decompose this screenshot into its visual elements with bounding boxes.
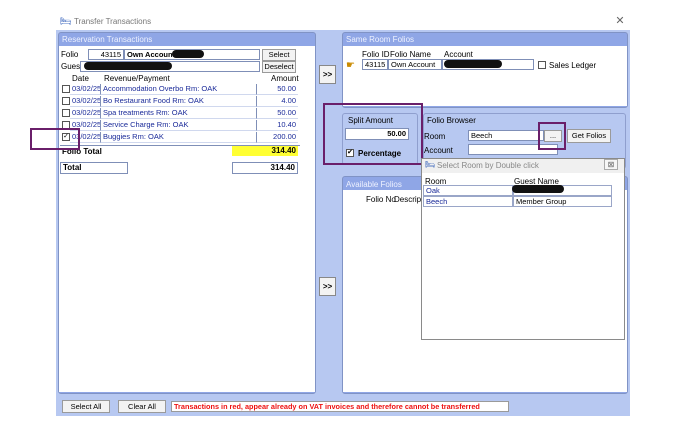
popup-close-icon[interactable]: ⊠ — [604, 159, 618, 170]
row-checkbox[interactable] — [62, 85, 70, 93]
row-amount: 50.00 — [256, 84, 298, 95]
sales-ledger-label: Sales Ledger — [549, 61, 597, 70]
available-folios-header: Available Folios — [346, 180, 402, 189]
same-room-folio-name[interactable]: Own Account — [388, 59, 442, 70]
folio-id-field[interactable]: 43115 — [88, 49, 124, 60]
pointer-hand-icon: ☛ — [346, 60, 355, 71]
row-desc: Spa treatments Rm: OAK — [100, 108, 256, 119]
col-folio-id: Folio ID — [362, 50, 390, 59]
clear-all-button[interactable]: Clear All — [118, 400, 166, 413]
row-date: 03/02/25 — [70, 96, 100, 107]
total-label: Total — [60, 162, 128, 174]
deselect-button[interactable]: Deselect — [262, 61, 296, 73]
row-amount: 50.00 — [256, 108, 298, 119]
row-desc: Accommodation Overbo Rm: OAK — [100, 84, 256, 95]
row-desc: Bo Restaurant Food Rm: OAK — [100, 96, 256, 107]
row-amount: 200.00 — [256, 132, 298, 143]
row-date: 03/02/25 — [70, 108, 100, 119]
folio-total-value: 314.40 — [232, 146, 298, 156]
account-label: Account — [424, 146, 453, 155]
select-all-button[interactable]: Select All — [62, 400, 110, 413]
col-amount: Amount — [271, 74, 299, 83]
transfer-right-button[interactable]: >> — [319, 65, 336, 84]
same-room-folio-id[interactable]: 43115 — [362, 59, 388, 70]
bed-icon: 🛏 — [60, 16, 72, 26]
col-account: Account — [444, 50, 473, 59]
select-button[interactable]: Select — [262, 49, 296, 61]
close-icon[interactable]: ✕ — [614, 15, 626, 27]
reservation-header: Reservation Transactions — [62, 35, 153, 44]
get-folios-button[interactable]: Get Folios — [567, 129, 611, 143]
row-checkbox[interactable] — [62, 109, 70, 117]
popup-title: Select Room by Double click — [437, 161, 539, 170]
row-desc: Service Charge Rm: OAK — [100, 120, 256, 131]
col-revenue: Revenue/Payment — [104, 74, 170, 83]
same-room-header: Same Room Folios — [346, 35, 415, 44]
bed-icon: 🛏 — [425, 160, 436, 169]
popup-guest[interactable]: Member Group — [513, 196, 612, 207]
redacted-block — [84, 62, 172, 70]
highlight-box — [323, 103, 423, 165]
row-desc: Buggies Rm: OAK — [100, 132, 256, 143]
window-title: Transfer Transactions — [74, 17, 152, 26]
redacted-block — [444, 60, 502, 68]
folio-label: Folio — [61, 50, 79, 59]
vat-notice: Transactions in red, appear already on V… — [171, 401, 509, 412]
redacted-block — [172, 50, 204, 58]
highlight-box — [538, 122, 566, 150]
total-value: 314.40 — [232, 162, 298, 174]
col-folio-name: Folio Name — [390, 50, 431, 59]
folio-browser-header: Folio Browser — [427, 116, 476, 125]
sales-ledger-checkbox[interactable] — [538, 61, 546, 69]
transfer-right-button-bottom[interactable]: >> — [319, 277, 336, 296]
room-label: Room — [424, 132, 446, 141]
row-checkbox[interactable] — [62, 97, 70, 105]
highlight-box — [30, 128, 80, 150]
row-amount: 10.40 — [256, 120, 298, 131]
redacted-block — [512, 185, 564, 193]
row-date: 03/02/25 — [70, 84, 100, 95]
popup-room[interactable]: Oak — [423, 185, 513, 196]
room-input[interactable]: Beech — [468, 130, 544, 141]
col-date: Date — [72, 74, 89, 83]
col-folio-no: Folio No — [366, 195, 396, 204]
popup-room[interactable]: Beech — [423, 196, 513, 207]
row-amount: 4.00 — [256, 96, 298, 107]
